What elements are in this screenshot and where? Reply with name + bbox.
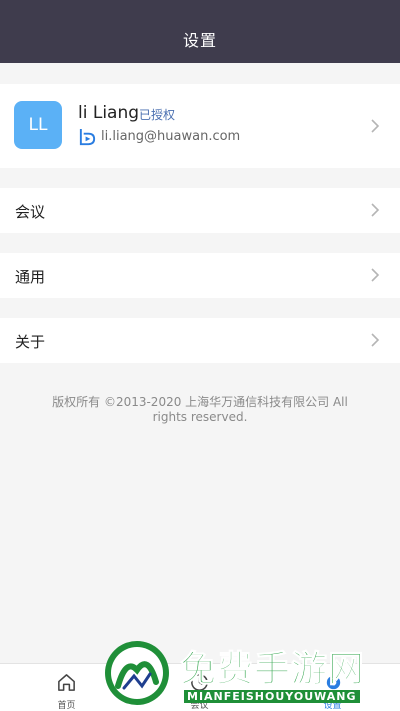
chevron-right-icon — [371, 333, 380, 347]
profile-card[interactable]: LL li Liang 已授权 li.liang@huawan.com — [0, 84, 400, 168]
watermark-title: 免费手游网 — [179, 648, 366, 691]
profile-email: li.liang@huawan.com — [101, 129, 241, 144]
brand-b-icon — [79, 128, 96, 146]
profile-name: li Liang — [78, 103, 140, 123]
settings-row-meeting[interactable]: 会议 — [0, 188, 400, 233]
home-icon — [58, 674, 75, 691]
watermark-logo-icon — [105, 641, 169, 705]
chevron-right-icon — [371, 203, 380, 217]
row-label: 会议 — [15, 203, 46, 221]
avatar: LL — [14, 101, 62, 149]
watermark-subtitle: MIANFEISHOUYOUWANG — [184, 690, 360, 703]
row-label: 通用 — [15, 268, 46, 286]
app-header: 设置 — [0, 0, 400, 63]
settings-row-general[interactable]: 通用 — [0, 253, 400, 298]
page-title: 设置 — [182, 31, 217, 50]
chevron-right-icon — [371, 119, 380, 133]
chevron-right-icon — [371, 268, 380, 282]
site-watermark: 免费手游网 MIANFEISHOUYOUWANG — [104, 638, 396, 711]
settings-row-about[interactable]: 关于 — [0, 318, 400, 363]
copyright-text: 版权所有 ©2013-2020 上海华万通信科技有限公司 All rights … — [52, 395, 348, 424]
avatar-initials: LL — [28, 115, 48, 135]
authorized-badge: 已授权 — [139, 108, 176, 122]
row-label: 关于 — [15, 333, 46, 351]
